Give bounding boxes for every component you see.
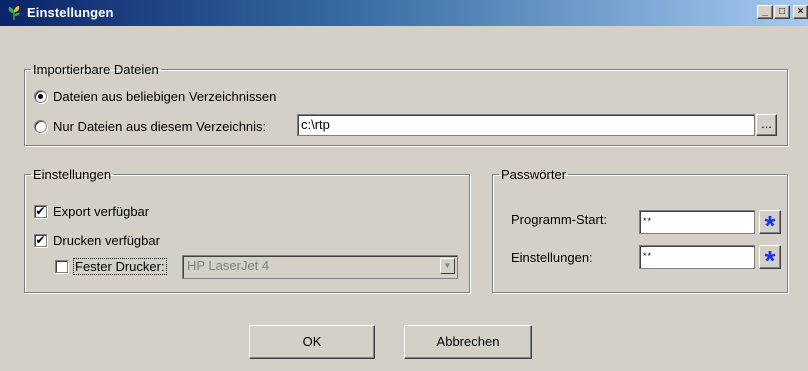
radio-button[interactable] — [34, 119, 47, 133]
export-checkbox-row[interactable]: ✔ Export verfügbar — [34, 201, 149, 221]
browse-button[interactable]: ... — [756, 114, 777, 136]
minimize-button[interactable]: _ — [757, 5, 773, 19]
radio-this-directory-label: Nur Dateien aus diesem Verzeichnis: — [53, 118, 267, 134]
cancel-button[interactable]: Abbrechen — [404, 325, 532, 359]
program-start-label: Programm-Start: — [511, 212, 608, 227]
close-button[interactable]: × — [793, 5, 808, 19]
directory-input[interactable]: c:\rtp — [297, 114, 755, 136]
export-label: Export verfügbar — [53, 203, 150, 219]
radio-button-checked[interactable] — [34, 89, 47, 103]
ok-button[interactable]: OK — [249, 325, 375, 359]
fixed-printer-label: Fester Drucker: — [73, 257, 167, 275]
asterisk-icon[interactable]: * — [759, 245, 781, 269]
asterisk-icon[interactable]: * — [759, 210, 781, 234]
printer-select-value: HP LaserJet 4 — [187, 258, 270, 273]
import-files-legend: Importierbare Dateien — [33, 62, 159, 77]
fixed-printer-checkbox-row[interactable]: Fester Drucker: — [55, 256, 167, 276]
fixed-printer-checkbox[interactable] — [55, 259, 68, 273]
title-bar[interactable]: Einstellungen _ □ × — [0, 0, 808, 26]
print-checkbox[interactable]: ✔ — [34, 233, 47, 247]
window-title: Einstellungen — [27, 5, 114, 20]
chevron-down-icon[interactable]: ▼ — [440, 258, 455, 274]
settings-password-label: Einstellungen: — [511, 250, 593, 265]
radio-this-directory[interactable]: Nur Dateien aus diesem Verzeichnis: — [34, 116, 266, 136]
radio-any-directory-label: Dateien aus beliebigen Verzeichnissen — [53, 88, 277, 104]
maximize-button[interactable]: □ — [774, 5, 790, 19]
program-start-password-input[interactable]: ** — [639, 210, 755, 234]
print-label: Drucken verfügbar — [53, 232, 160, 248]
settings-legend: Einstellungen — [33, 167, 112, 182]
passwords-legend: Passwörter — [501, 167, 567, 182]
settings-password-input[interactable]: ** — [639, 245, 755, 269]
print-checkbox-row[interactable]: ✔ Drucken verfügbar — [34, 230, 160, 250]
printer-select[interactable]: HP LaserJet 4 ▼ — [182, 255, 458, 279]
export-checkbox[interactable]: ✔ — [34, 204, 47, 218]
radio-any-directory[interactable]: Dateien aus beliebigen Verzeichnissen — [34, 86, 276, 106]
plant-icon — [8, 6, 20, 20]
settings-dialog: Einstellungen _ □ × Importierbare Dateie… — [0, 0, 808, 371]
